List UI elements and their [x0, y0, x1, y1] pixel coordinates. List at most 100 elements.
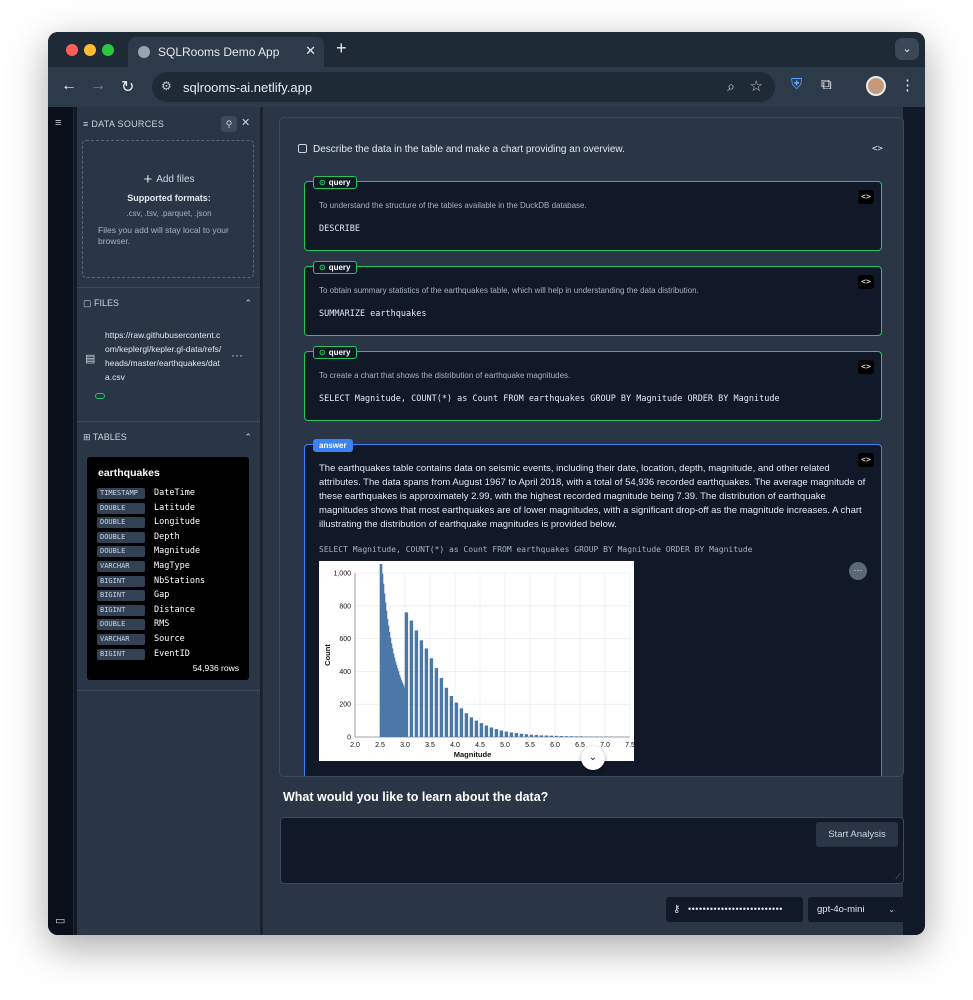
histogram-bar: [504, 731, 509, 737]
api-key-input[interactable]: ⚷ ••••••••••••••••••••••••••: [666, 897, 803, 922]
tab-title: SQLRooms Demo App: [158, 45, 280, 59]
column-row: BIGINT Gap: [97, 590, 242, 602]
x-tick-label: 4.5: [475, 742, 485, 749]
api-key-mask: ••••••••••••••••••••••••••: [688, 904, 783, 914]
browser-tab[interactable]: SQLRooms Demo App ✕: [128, 37, 324, 67]
model-select[interactable]: gpt-4o-mini ⌄: [808, 897, 904, 922]
question-input[interactable]: Start Analysis ⟋: [280, 817, 904, 884]
new-tab-button[interactable]: +: [336, 38, 347, 59]
resize-handle[interactable]: ⟋: [895, 872, 901, 882]
column-type-badge: BIGINT: [97, 648, 145, 660]
profile-avatar[interactable]: [866, 76, 886, 96]
column-row: DOUBLE Longitude: [97, 517, 242, 529]
code-toggle-button[interactable]: <>: [858, 190, 874, 204]
histogram-bar: [464, 713, 469, 737]
bookmark-star-icon[interactable]: ☆: [750, 77, 763, 95]
chat-panel: Describe the data in the table and make …: [263, 107, 904, 935]
histogram-svg: 0 200 400 600 800 1,000 2.0 2.5 3.0 3.5 4.0 4.5 5.0 5…: [323, 563, 635, 759]
add-files-button[interactable]: + Add files: [83, 171, 255, 188]
omnibox[interactable]: ⚙ sqlrooms-ai.netlify.app ⌕ ☆: [152, 72, 775, 102]
histogram-bar: [529, 734, 534, 737]
back-icon[interactable]: ←: [61, 77, 77, 95]
query-description: To understand the structure of the table…: [319, 201, 587, 210]
histogram-bar: [429, 658, 434, 737]
x-tick-label: 3.5: [425, 742, 435, 749]
file-url: https://raw.githubusercontent.com/kepler…: [105, 330, 222, 382]
histogram-bar: [409, 620, 414, 737]
x-tick-label: 6.0: [550, 742, 560, 749]
query-block: ⊙ query To create a chart that shows the …: [304, 346, 882, 421]
histogram-bar: [579, 736, 584, 737]
tab-close-button[interactable]: ✕: [305, 43, 316, 59]
column-name: MagType: [154, 561, 190, 571]
collapse-tables-icon[interactable]: ⌃: [244, 432, 252, 443]
tables-section-header[interactable]: ⊞ TABLES: [83, 432, 127, 443]
y-tick-label: 1,000: [333, 571, 351, 578]
maximize-window-button[interactable]: [102, 44, 114, 56]
x-tick-label: 4.0: [450, 742, 460, 749]
column-row: VARCHAR Source: [97, 634, 242, 645]
extensions-icon[interactable]: ⧉: [821, 76, 832, 93]
file-item[interactable]: ▤ https://raw.githubusercontent.com/kepl…: [83, 324, 253, 404]
column-name: Source: [154, 634, 185, 644]
close-panel-icon[interactable]: ✕: [241, 116, 250, 129]
y-axis-title: Count: [323, 644, 332, 666]
site-settings-icon[interactable]: ⚙: [161, 79, 172, 93]
folder-icon: ▢: [83, 298, 95, 308]
histogram-bar: [569, 736, 574, 737]
y-tick-label: 800: [339, 603, 351, 610]
plus-icon: +: [143, 171, 153, 188]
close-window-button[interactable]: [66, 44, 78, 56]
answer-block: answer <> The earthquakes table contains…: [304, 439, 882, 776]
zoom-icon[interactable]: ⌕: [727, 78, 735, 95]
column-row: TIMESTAMP DateTime: [97, 488, 242, 499]
globe-icon: [138, 46, 150, 58]
document-icon: ▤: [85, 353, 96, 365]
column-type-badge: DOUBLE: [97, 546, 145, 558]
histogram-bar: [404, 612, 409, 737]
database-icon[interactable]: ≡: [55, 117, 67, 129]
histogram-bar: [554, 735, 559, 737]
start-analysis-button[interactable]: Start Analysis: [816, 822, 898, 847]
x-tick-label: 2.0: [350, 742, 360, 749]
file-dropzone[interactable]: + Add files Supported formats: .csv, .tsv…: [82, 140, 254, 278]
collapse-files-icon[interactable]: ⌃: [244, 298, 252, 309]
column-row: DOUBLE Latitude: [97, 502, 242, 514]
table-name: earthquakes: [98, 467, 160, 479]
histogram-bar: [524, 734, 529, 737]
y-tick-label: 600: [339, 636, 351, 643]
histogram-bar: [444, 687, 449, 737]
row-count: 54,936 rows: [192, 663, 239, 673]
chart-menu-button[interactable]: ···: [849, 562, 867, 580]
forward-icon[interactable]: →: [90, 77, 106, 95]
chevron-down-icon: ⌄: [888, 905, 895, 914]
browser-menu-icon[interactable]: ⋮: [900, 76, 915, 94]
password-manager-icon[interactable]: ⛨: [791, 76, 802, 93]
column-name: DateTime: [154, 488, 195, 498]
answer-sql: SELECT Magnitude, COUNT(*) as Count FROM…: [319, 545, 753, 554]
minimize-window-button[interactable]: [84, 44, 96, 56]
prompt-icon: [298, 144, 307, 153]
scroll-down-button[interactable]: ⌄: [581, 746, 605, 770]
files-section-header[interactable]: ▢ FILES: [83, 298, 119, 309]
url-text[interactable]: sqlrooms-ai.netlify.app: [183, 80, 312, 95]
divider: [77, 690, 260, 691]
reload-icon[interactable]: ↻: [121, 77, 134, 97]
code-toggle-button[interactable]: <>: [858, 360, 874, 374]
prompt-code-toggle[interactable]: <>: [872, 144, 883, 154]
column-name: Magnitude: [154, 546, 201, 557]
histogram-bar: [519, 733, 524, 737]
answer-badge: answer: [313, 439, 353, 452]
query-sql: SUMMARIZE earthquakes: [319, 309, 427, 319]
column-row: DOUBLE Magnitude: [97, 546, 242, 558]
check-icon: ⊙: [319, 263, 326, 272]
x-tick-label: 5.0: [500, 742, 510, 749]
column-name: RMS: [154, 619, 170, 630]
terminal-icon[interactable]: ▭: [55, 915, 67, 927]
unpin-icon[interactable]: ⚲: [221, 116, 237, 132]
file-more-icon[interactable]: ···: [231, 348, 243, 362]
tab-search-button[interactable]: ⌄: [895, 38, 919, 60]
table-card[interactable]: earthquakes TIMESTAMP DateTime DOUBLE Latit…: [87, 457, 249, 680]
histogram-bar: [489, 727, 494, 737]
code-toggle-button[interactable]: <>: [858, 275, 874, 289]
